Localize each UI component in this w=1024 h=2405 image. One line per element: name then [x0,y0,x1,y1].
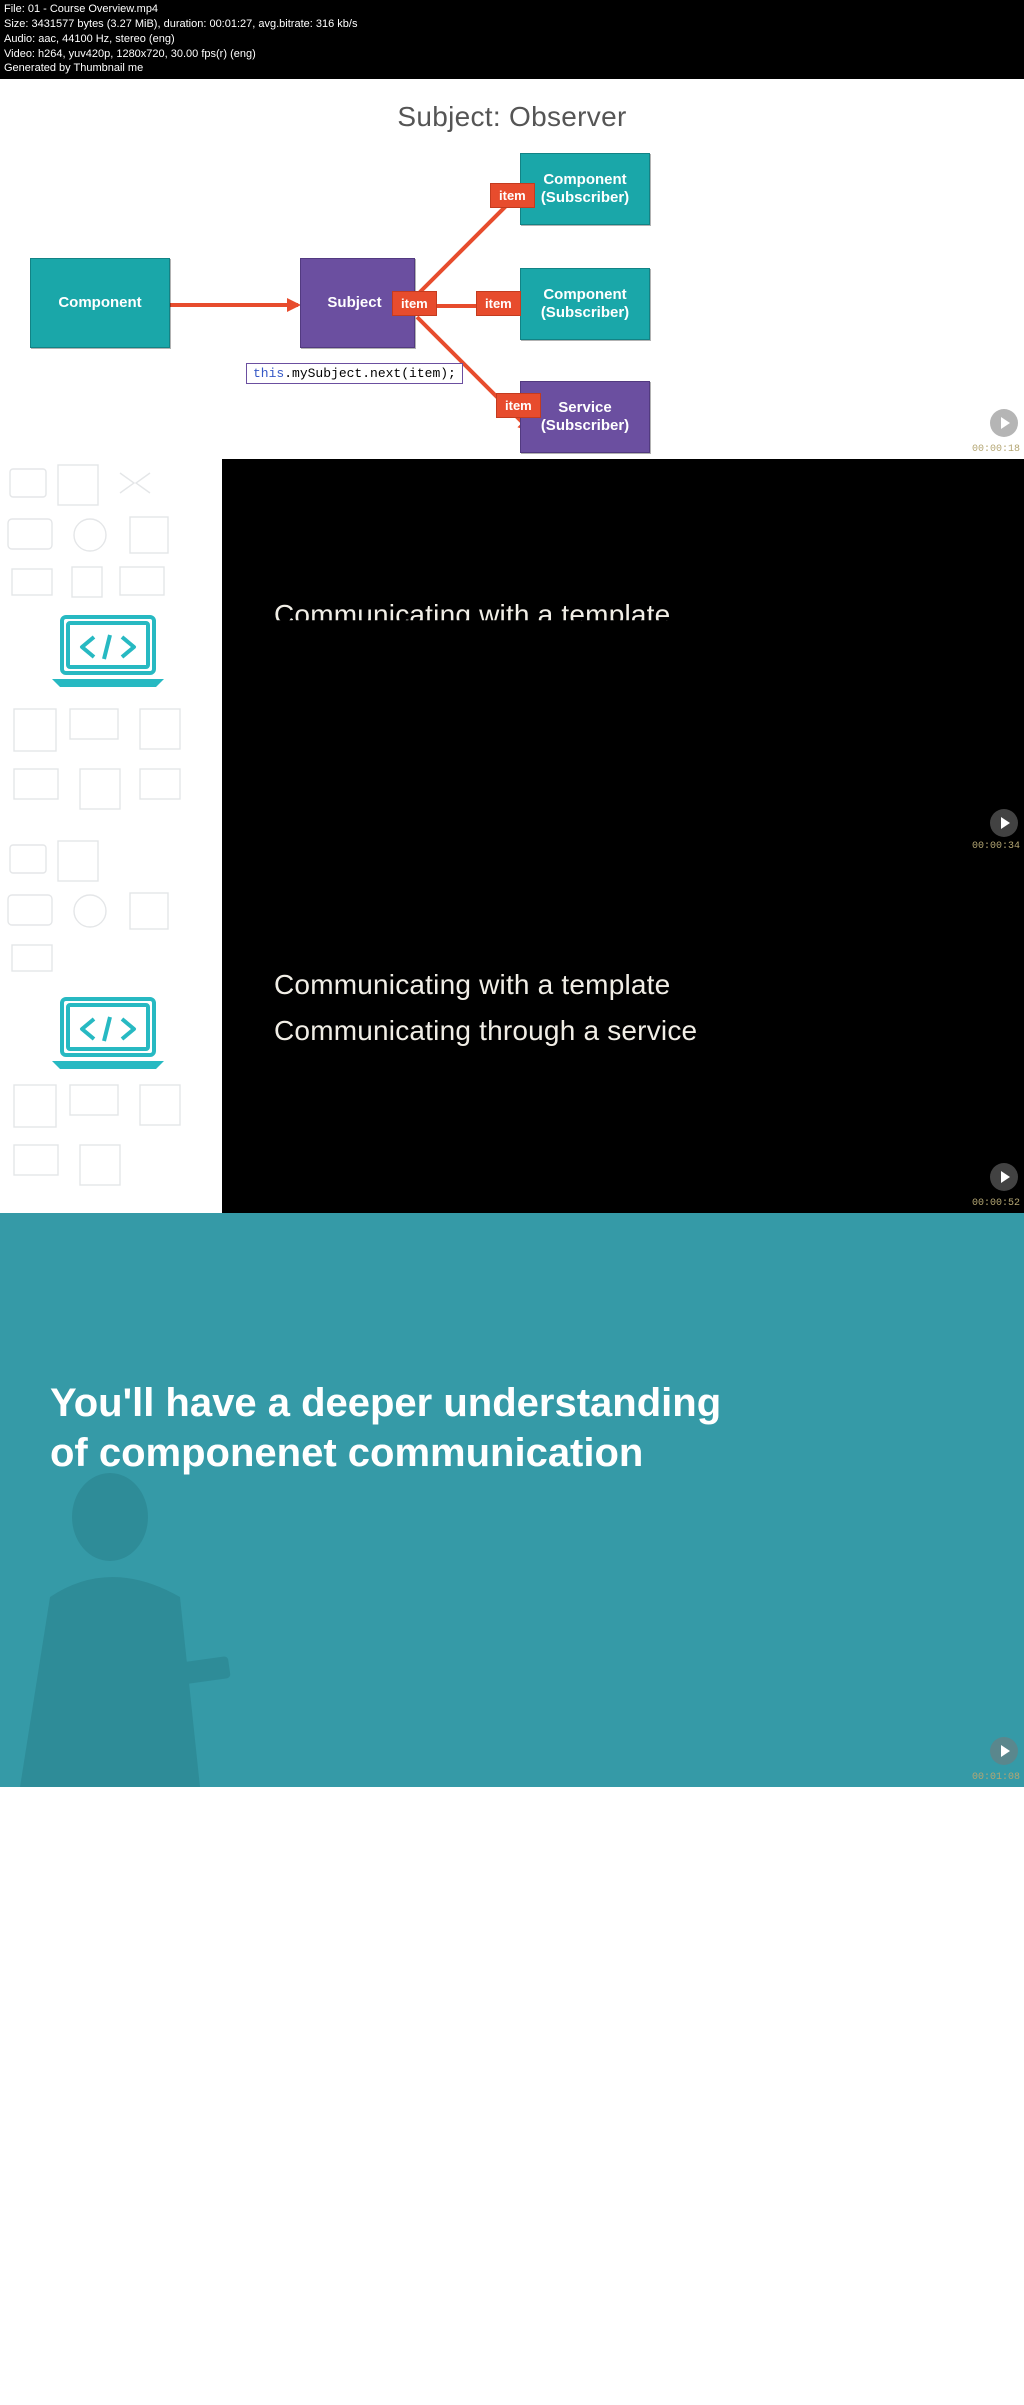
meta-file: File: 01 - Course Overview.mp4 [4,2,1020,17]
code-keyword: this [253,366,284,381]
meta-video: Video: h264, yuv420p, 1280x720, 30.00 fp… [4,47,1020,62]
trailing-whitespace [0,1787,1024,2405]
slide3-line1: Communicating with a template [274,969,1004,1001]
heading-line2: of componenet communication [50,1428,984,1478]
item-tag-subject: item [392,291,437,316]
timestamp-frame3: 00:00:52 [972,1198,1020,1209]
pattern-sidebar [0,459,222,1213]
timestamp-frame1: 00:00:18 [972,444,1020,455]
laptop-code-icon [48,611,168,691]
thumbnail-frame-1: Subject: Observer Component Subject Comp… [0,79,1024,459]
subscriber-box-1: Component (Subscriber) [520,153,650,225]
item-tag-sub3: item [496,393,541,418]
component-box: Component [30,258,170,348]
item-tag-sub2: item [476,291,521,316]
video-metadata-strip: File: 01 - Course Overview.mp4 Size: 343… [0,0,1024,79]
play-icon[interactable] [990,1737,1018,1765]
diagram-title: Subject: Observer [0,79,1024,133]
meta-audio: Audio: aac, 44100 Hz, stereo (eng) [4,32,1020,47]
meta-gen: Generated by Thumbnail me [4,61,1020,76]
subscriber-box-2: Component (Subscriber) [520,268,650,340]
code-body: .mySubject.next(item); [284,366,456,381]
item-tag-sub1: item [490,183,535,208]
thumbnail-frames-2-3: Communicating with a template Communicat… [0,459,1024,1213]
slide-black-area: Communicating with a template Communicat… [222,459,1024,1213]
meta-size: Size: 3431577 bytes (3.27 MiB), duration… [4,17,1020,32]
slide3-line2: Communicating through a service [274,1015,1004,1047]
play-icon[interactable] [990,409,1018,437]
laptop-code-icon [48,993,168,1073]
person-silhouette-icon [0,1447,290,1787]
observer-diagram: Component Subject Component (Subscriber)… [30,163,994,453]
timestamp-frame4: 00:01:08 [972,1772,1020,1783]
slide2-line1: Communicating with a template [274,599,1004,631]
timestamp-frame2: 00:00:34 [972,841,1020,852]
heading-line1: You'll have a deeper understanding [50,1378,984,1428]
conclusion-heading: You'll have a deeper understanding of co… [50,1378,984,1478]
arrow-component-to-subject [170,303,298,307]
code-snippet: this.mySubject.next(item); [246,363,463,384]
thumbnail-frame-4: You'll have a deeper understanding of co… [0,1213,1024,1787]
